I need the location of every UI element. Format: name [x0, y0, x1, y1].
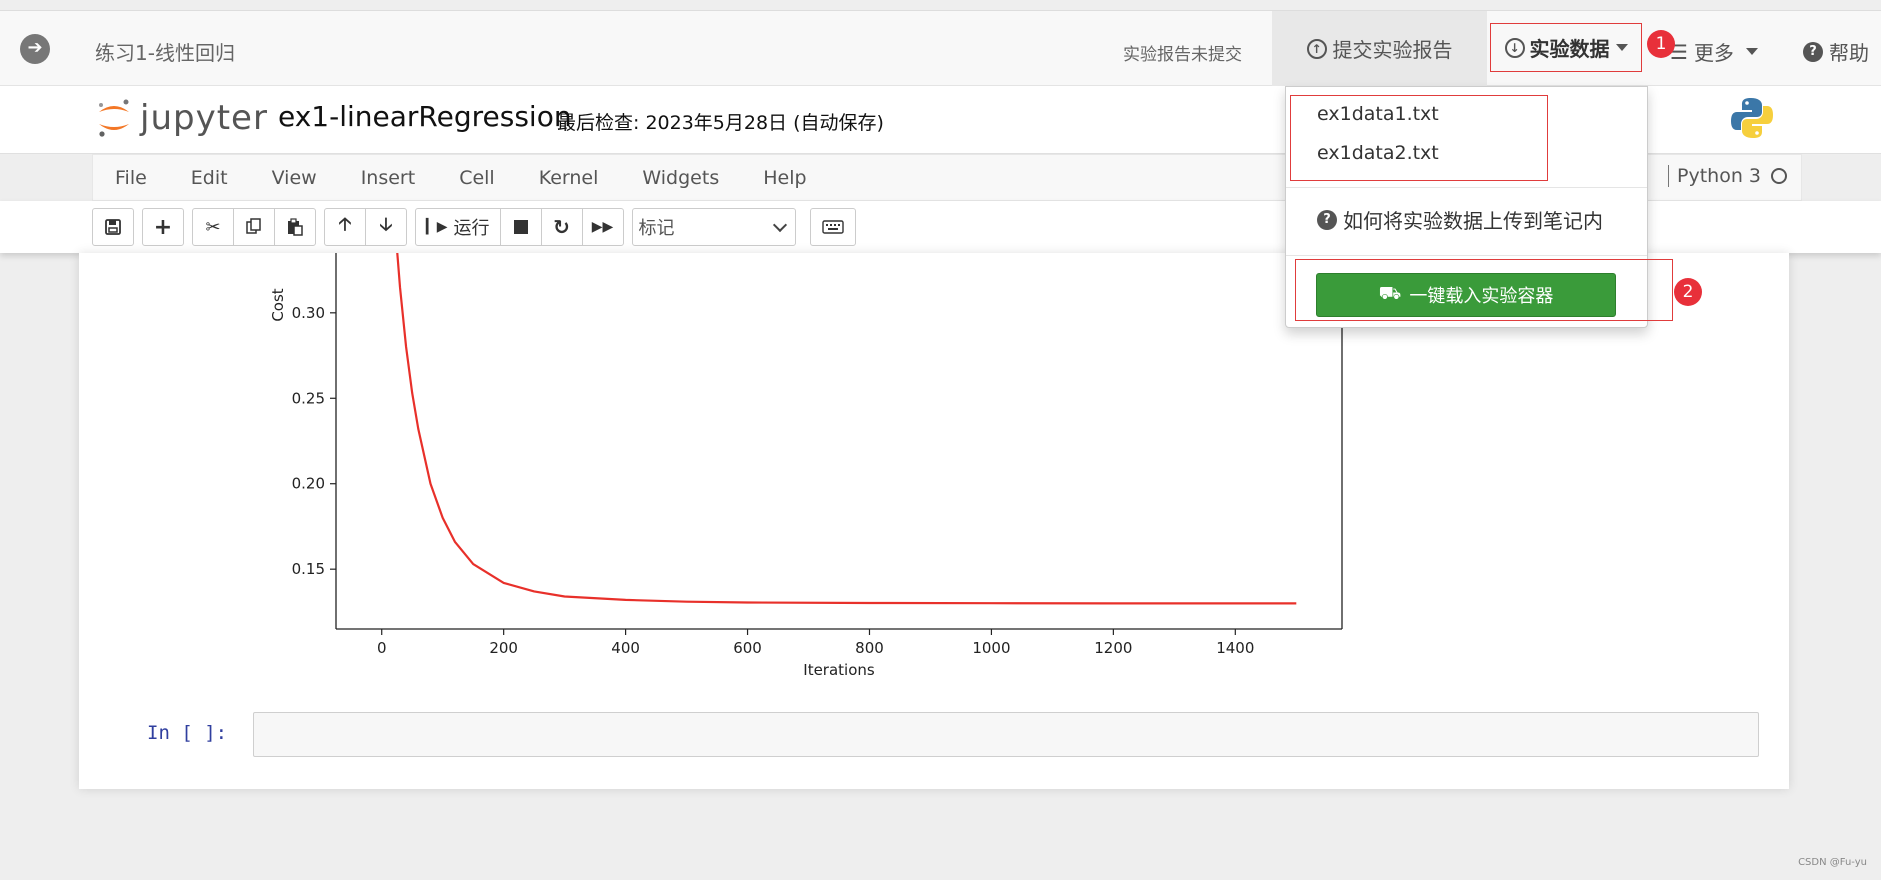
fast-forward-icon: ▶▶ [591, 219, 614, 235]
python-logo-icon [1731, 98, 1773, 138]
cost-curve-line [396, 253, 1297, 605]
code-cell-input[interactable] [253, 712, 1759, 757]
keyboard-icon [821, 220, 844, 234]
input-prompt: In [ ]: [147, 722, 228, 744]
notebook-name[interactable]: ex1-linearRegression [278, 100, 572, 133]
load-into-container-label: 一键载入实验容器 [1409, 286, 1554, 307]
copy-icon [246, 218, 261, 234]
x-tick-label: 200 [489, 639, 518, 657]
stop-icon [513, 220, 528, 234]
notebook-container: 0 200 400 600 800 1000 1200 1400 0.15 0.20 0.25 0.3… [79, 253, 1789, 789]
cut-button[interactable]: ✂ [192, 208, 234, 246]
cell-type-value: 标记 [638, 218, 675, 239]
menu-kernel[interactable]: Kernel [517, 167, 621, 189]
question-circle-icon: ? [1803, 41, 1823, 62]
download-circle-icon: ↓ [1504, 37, 1525, 58]
kernel-name: Python 3 [1677, 165, 1761, 187]
restart-button[interactable]: ↻ [540, 208, 583, 246]
command-palette-button[interactable] [809, 208, 856, 246]
arrow-down-icon: 🡣 [379, 214, 393, 235]
step-badge-1: 1 [1647, 30, 1675, 58]
cell-type-select[interactable]: 标记 [631, 208, 796, 246]
caret-down-icon [1745, 48, 1758, 55]
kernel-idle-icon [1771, 168, 1787, 184]
checkpoint-status: 最后检查: 2023年5月28日 (自动保存) [557, 112, 884, 134]
upload-help-label: 如何将实验数据上传到笔记内 [1343, 209, 1603, 233]
arrow-up-icon: 🡡 [338, 214, 352, 235]
paste-button[interactable] [274, 208, 316, 246]
kernel-indicator[interactable]: Python 3 [1668, 165, 1787, 187]
platform-topbar: ➔ 练习1-线性回归 实验报告未提交 ↑ 提交实验报告 ↓ 实验数据 ☰ 更多 … [0, 10, 1881, 86]
caret-down-icon [1615, 44, 1628, 51]
plus-icon: + [153, 214, 173, 240]
question-circle-icon: ? [1317, 209, 1337, 230]
jupyter-logo-text: jupyter [140, 98, 268, 138]
menu-edit[interactable]: Edit [169, 167, 250, 189]
arrow-left-icon: ➔ [27, 37, 43, 58]
x-tick-label: 600 [733, 639, 762, 657]
floppy-icon [105, 219, 121, 235]
help-label: 帮助 [1829, 41, 1869, 65]
move-up-button[interactable]: 🡡 [324, 208, 366, 246]
copy-button[interactable] [233, 208, 275, 246]
x-axis-label: Iterations [803, 661, 875, 679]
menu-view[interactable]: View [250, 167, 339, 189]
x-tick-label: 800 [855, 639, 884, 657]
truck-icon: ⛟ [1378, 283, 1402, 304]
menu-help[interactable]: Help [741, 167, 828, 189]
back-button[interactable]: ➔ [20, 34, 50, 64]
x-tick-label: 400 [611, 639, 640, 657]
dropdown-file-ex1data2[interactable]: ex1data2.txt [1317, 142, 1439, 164]
upload-circle-icon: ↑ [1306, 38, 1327, 59]
x-tick-label: 1400 [1216, 639, 1254, 657]
refresh-icon: ↻ [553, 215, 570, 239]
step-forward-icon: ▎▶ [426, 219, 448, 235]
dropdown-divider [1286, 255, 1647, 256]
insert-cell-button[interactable]: + [142, 208, 184, 246]
y-tick-label: 0.20 [292, 475, 325, 493]
x-tick-label: 1000 [972, 639, 1010, 657]
y-tick-label: 0.25 [292, 389, 325, 407]
y-tick-label: 0.30 [292, 304, 325, 322]
y-axis-label: Cost [269, 288, 287, 321]
interrupt-button[interactable] [499, 208, 542, 246]
notebook-toolbar: + ✂ 🡡 🡣 ▎▶ 运行 ↻ ▶▶ 标记 [92, 208, 856, 246]
restart-run-all-button[interactable]: ▶▶ [581, 208, 624, 246]
menu-widgets[interactable]: Widgets [620, 167, 741, 189]
run-label: 运行 [453, 218, 490, 239]
x-tick-label: 1200 [1094, 639, 1132, 657]
menu-file[interactable]: File [93, 167, 169, 189]
jupyter-logo-icon [99, 99, 129, 137]
more-label: 更多 [1693, 41, 1734, 65]
submit-report-label: 提交实验报告 [1332, 38, 1453, 62]
jupyter-logo[interactable]: jupyter [96, 96, 268, 140]
watermark: CSDN @Fu-yu [1798, 857, 1867, 868]
save-button[interactable] [92, 208, 134, 246]
upload-help-link[interactable]: ? 如何将实验数据上传到笔记内 [1317, 205, 1603, 234]
report-status: 实验报告未提交 [1123, 45, 1242, 65]
step-badge-2: 2 [1674, 278, 1702, 306]
dropdown-divider [1286, 187, 1647, 188]
dropdown-file-ex1data1[interactable]: ex1data1.txt [1317, 103, 1439, 125]
scissors-icon: ✂ [205, 216, 221, 238]
move-down-button[interactable]: 🡣 [365, 208, 407, 246]
clipboard-icon [288, 218, 303, 236]
load-into-container-button[interactable]: ⛟ 一键载入实验容器 [1316, 273, 1616, 317]
x-tick-label: 0 [377, 639, 387, 657]
menu-insert[interactable]: Insert [339, 167, 438, 189]
exercise-title: 练习1-线性回归 [95, 41, 235, 65]
run-button[interactable]: ▎▶ 运行 [415, 208, 501, 246]
submit-report-button[interactable]: ↑ 提交实验报告 [1272, 11, 1487, 86]
more-menu-button[interactable]: ☰ 更多 [1670, 37, 1758, 66]
menu-cell[interactable]: Cell [437, 167, 517, 189]
experiment-data-label: 实验数据 [1529, 37, 1610, 61]
help-button[interactable]: ? 帮助 [1803, 37, 1869, 66]
y-tick-label: 0.15 [292, 560, 325, 578]
chevron-down-icon [772, 217, 787, 233]
experiment-data-button[interactable]: ↓ 实验数据 [1490, 23, 1642, 72]
